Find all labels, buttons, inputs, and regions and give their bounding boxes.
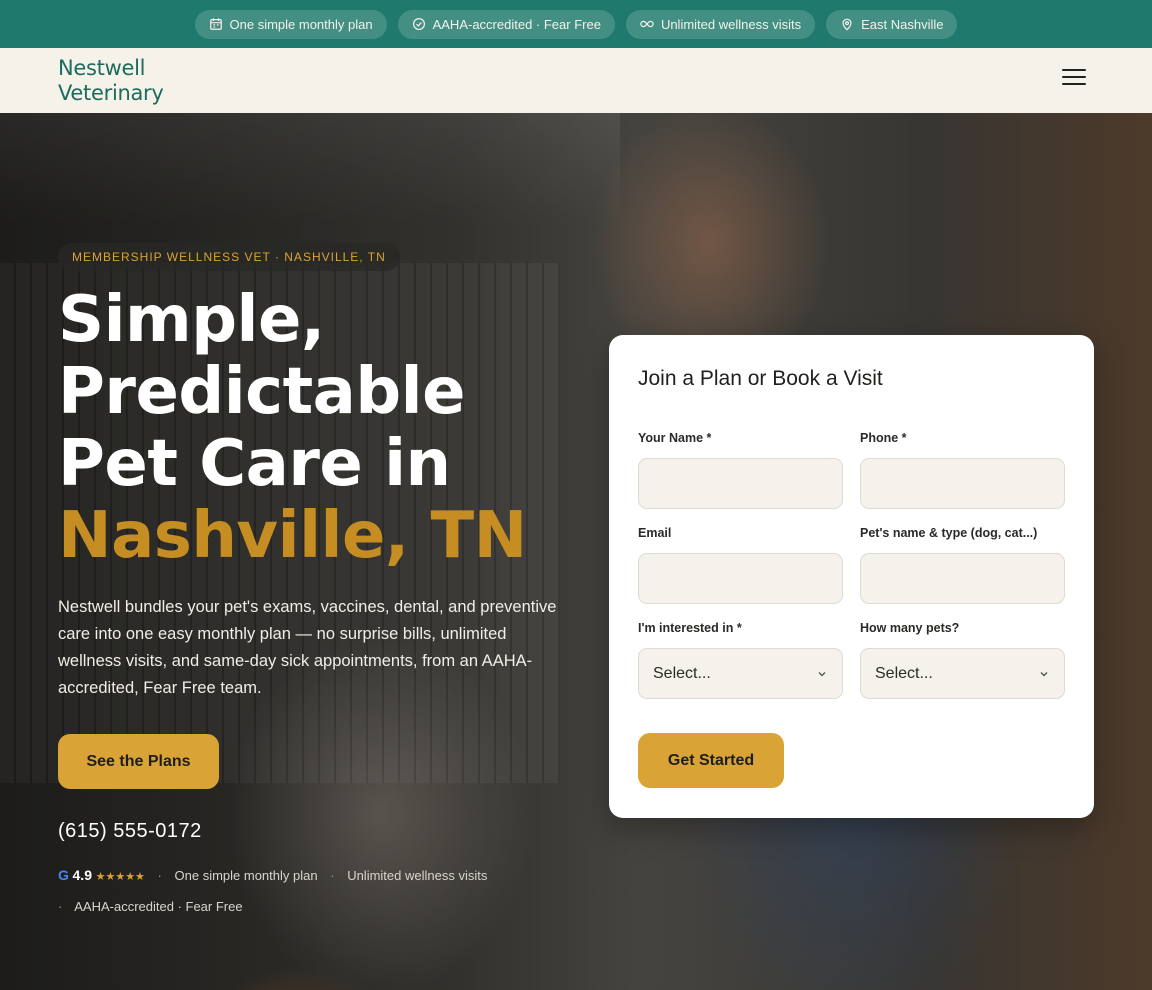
pill-accredited: AAHA-accredited · Fear Free — [397, 9, 615, 39]
logo-line2: Veterinary — [58, 81, 164, 105]
headline-line1: Simple, — [58, 283, 325, 357]
separator: · — [58, 899, 63, 914]
email-label: Email — [638, 526, 672, 540]
pets-field-group: How many pets? Select... — [860, 621, 1065, 699]
interest-select[interactable]: Select... — [638, 648, 843, 699]
pill-monthly-plan: One simple monthly plan — [194, 9, 387, 39]
interest-field-group: I'm interested in * Select... — [638, 621, 843, 699]
calendar-icon — [209, 18, 222, 30]
rating-value: 4.9 — [72, 867, 92, 883]
separator: · — [330, 868, 335, 883]
check-circle-icon — [412, 17, 425, 31]
site-header: Nestwell Veterinary — [0, 48, 1152, 113]
logo[interactable]: Nestwell Veterinary — [58, 56, 164, 106]
interest-label: I'm interested in * — [638, 621, 742, 635]
hero-section: MEMBERSHIP WELLNESS VET · NASHVILLE, TN … — [0, 113, 1152, 990]
pets-select[interactable]: Select... — [860, 648, 1065, 699]
chevron-down-icon — [818, 671, 826, 676]
social-proof: G 4.9 ★★★★★ · One simple monthly plan · … — [58, 861, 538, 921]
headline-line3: Pet Care in — [58, 427, 451, 501]
get-started-button[interactable]: Get Started — [638, 733, 784, 788]
headline-highlight: Nashville, TN — [58, 499, 527, 573]
star-rating-icon: ★★★★★ — [95, 871, 145, 883]
name-label: Your Name * — [638, 431, 712, 445]
interest-select-value: Select... — [653, 664, 711, 682]
name-input[interactable] — [638, 458, 843, 509]
chevron-down-icon — [1040, 671, 1048, 676]
pets-label: How many pets? — [860, 621, 960, 635]
pill-unlimited-visits: Unlimited wellness visits — [625, 9, 816, 39]
hamburger-menu-icon[interactable] — [1062, 69, 1086, 91]
email-input[interactable] — [638, 553, 843, 604]
pill-location: East Nashville — [826, 9, 958, 39]
proof-item: AAHA-accredited · Fear Free — [74, 899, 243, 914]
email-field-group: Email — [638, 526, 843, 604]
phone-label: Phone * — [860, 431, 907, 445]
see-plans-button[interactable]: See the Plans — [58, 734, 219, 789]
logo-line1: Nestwell — [58, 56, 146, 80]
hero-eyebrow: MEMBERSHIP WELLNESS VET · NASHVILLE, TN — [58, 243, 400, 271]
phone-field-group: Phone * — [860, 431, 1065, 509]
phone-input[interactable] — [860, 458, 1065, 509]
form-title: Join a Plan or Book a Visit — [638, 367, 883, 390]
proof-item: One simple monthly plan — [174, 868, 318, 883]
pill-label: AAHA-accredited · Fear Free — [432, 16, 601, 32]
pets-select-value: Select... — [875, 664, 933, 682]
pet-input[interactable] — [860, 553, 1065, 604]
phone-number-link[interactable]: (615) 555-0172 — [58, 820, 202, 843]
pill-label: One simple monthly plan — [229, 16, 373, 32]
pill-label: Unlimited wellness visits — [660, 16, 802, 32]
hero-description: Nestwell bundles your pet's exams, vacci… — [58, 598, 557, 697]
pet-field-group: Pet's name & type (dog, cat...) — [860, 526, 1065, 604]
pill-label: East Nashville — [861, 16, 944, 32]
map-pin-icon — [842, 18, 852, 31]
hero-headline: Simple, Predictable Pet Care in Nashvill… — [58, 284, 618, 572]
proof-item: Unlimited wellness visits — [347, 868, 488, 883]
announcement-bar: One simple monthly plan AAHA-accredited … — [0, 0, 1152, 48]
pet-label: Pet's name & type (dog, cat...) — [860, 526, 1038, 540]
google-icon: G — [58, 867, 69, 883]
headline-line2: Predictable — [58, 355, 466, 429]
booking-form-card: Join a Plan or Book a Visit Your Name * … — [609, 335, 1094, 818]
infinity-icon — [640, 20, 654, 28]
separator: · — [157, 868, 162, 883]
name-field-group: Your Name * — [638, 431, 843, 509]
